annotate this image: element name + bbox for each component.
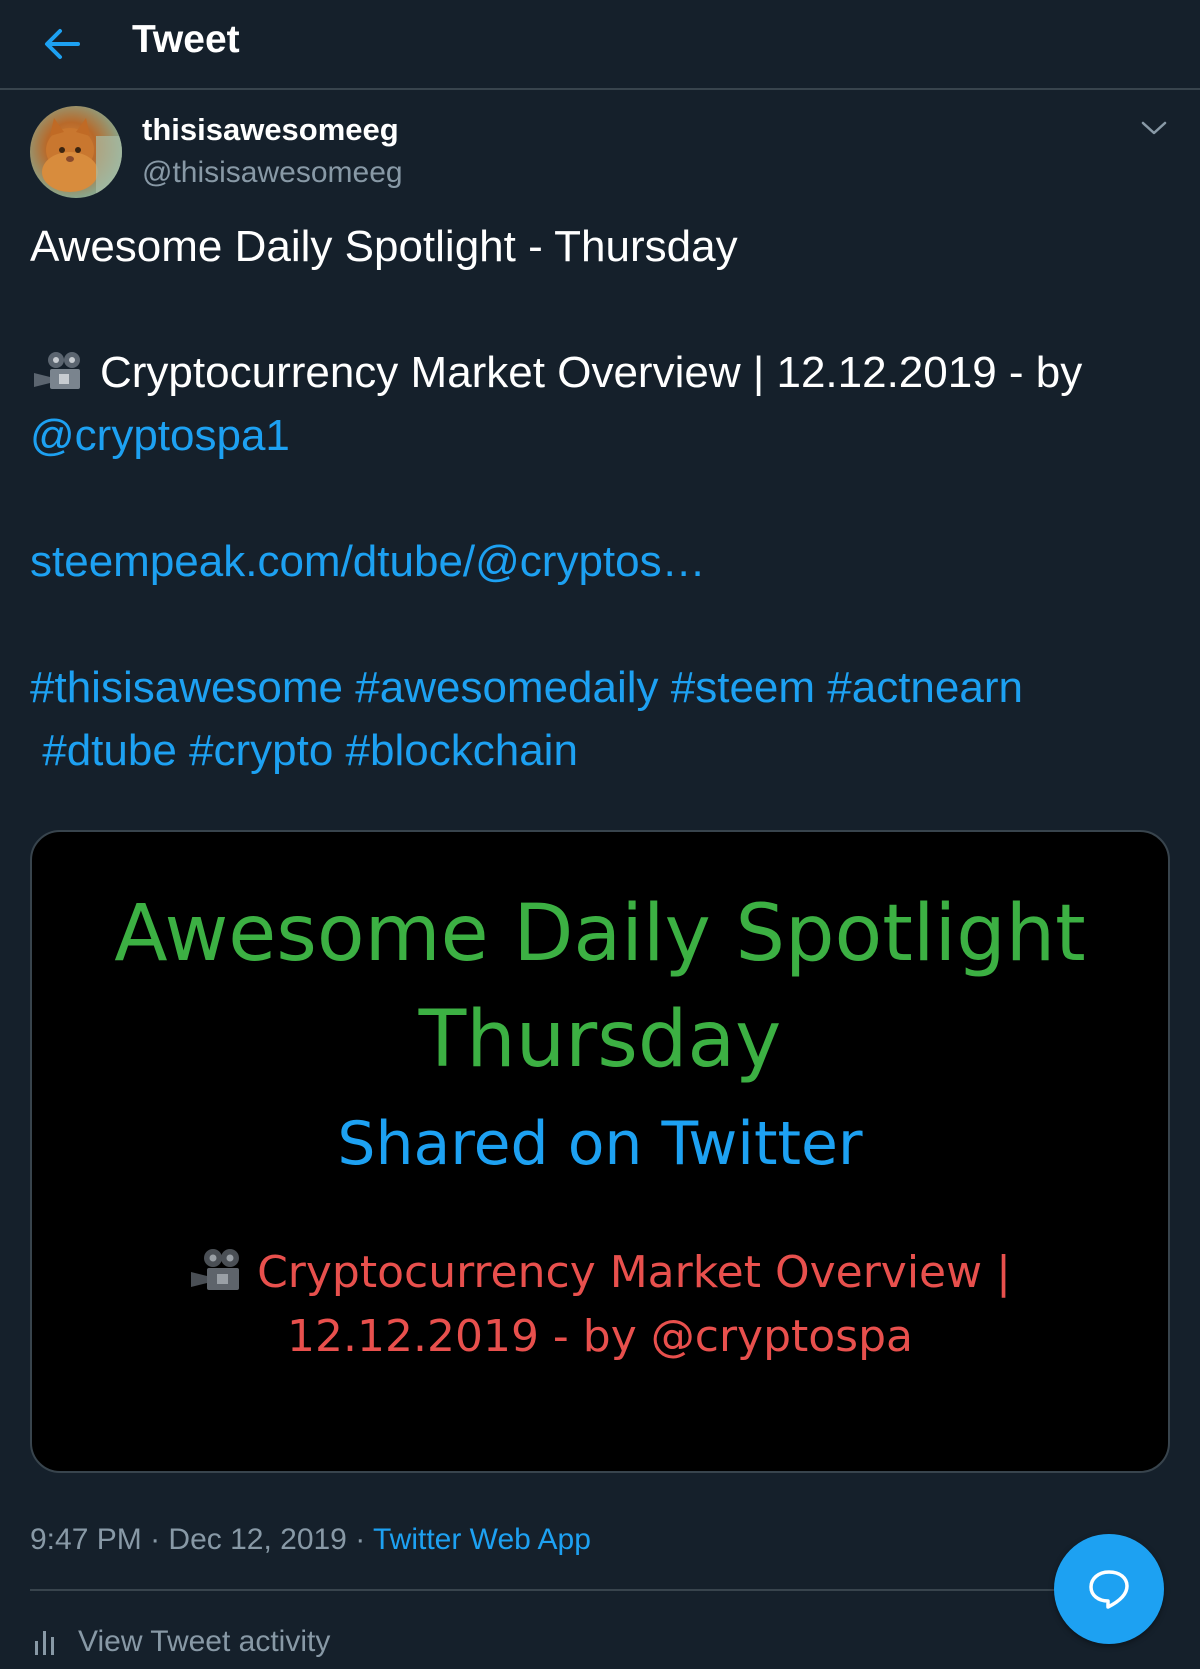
- tweet-text-line: Awesome Daily Spotlight - Thursday: [30, 222, 738, 271]
- kitten-avatar-image: [42, 118, 122, 198]
- author-display-name[interactable]: thisisawesomeeg: [142, 110, 399, 150]
- arrow-left-icon: [45, 29, 80, 59]
- avatar[interactable]: [30, 106, 122, 198]
- view-tweet-activity-button[interactable]: View Tweet activity: [30, 1620, 330, 1664]
- tweet-time: 9:47 PM: [30, 1523, 142, 1556]
- chevron-down-icon: [1141, 121, 1167, 135]
- meta-separator: ·: [346, 1523, 373, 1556]
- media-title: Awesome Daily Spotlight: [114, 889, 1086, 979]
- hashtags-line[interactable]: #dtube #crypto #blockchain: [30, 719, 1180, 782]
- movie-camera-icon: [191, 1249, 240, 1290]
- divider: [30, 1589, 1110, 1591]
- media-body-segment: Cryptocurrency Market Overview |: [257, 1247, 1011, 1298]
- bar-chart-icon: [35, 1631, 54, 1655]
- meta-separator: ·: [141, 1523, 169, 1556]
- tweet-text-line: Cryptocurrency Market Overview | 12.12.2…: [30, 341, 1180, 404]
- tweet-text-segment: Cryptocurrency Market Overview | 12.12.2…: [100, 348, 1083, 397]
- top-bar: Tweet: [0, 0, 1200, 90]
- media-shared-text: Shared on Twitter: [337, 1109, 863, 1179]
- media-body-line: Cryptocurrency Market Overview |: [32, 1242, 1168, 1304]
- page-title: Tweet: [132, 18, 240, 61]
- url-link[interactable]: steempeak.com/dtube/@cryptos…: [30, 530, 1180, 593]
- tweet-source-link[interactable]: Twitter Web App: [373, 1523, 591, 1556]
- hashtags-line[interactable]: #thisisawesome #awesomedaily #steem #act…: [30, 656, 1180, 719]
- media-card[interactable]: Awesome Daily Spotlight Thursday Shared …: [30, 830, 1170, 1473]
- tweet-text: Awesome Daily Spotlight - Thursday Crypt…: [30, 215, 1180, 782]
- reply-fab-button[interactable]: [1054, 1534, 1164, 1644]
- mention-link[interactable]: @cryptospa1: [30, 404, 1180, 467]
- media-subtitle: Thursday: [418, 995, 782, 1085]
- back-button[interactable]: [36, 18, 88, 70]
- activity-label: View Tweet activity: [78, 1625, 331, 1658]
- tweet-meta: 9:47 PM · Dec 12, 2019 · Twitter Web App: [30, 1518, 591, 1562]
- more-options-button[interactable]: [1134, 108, 1174, 148]
- tweet-date[interactable]: Dec 12, 2019: [168, 1523, 346, 1556]
- media-body-line: 12.12.2019 - by @cryptospa: [287, 1311, 913, 1362]
- movie-camera-icon: [34, 352, 80, 389]
- speech-bubble-icon: [1089, 1570, 1129, 1609]
- author-handle[interactable]: @thisisawesomeeg: [142, 153, 403, 193]
